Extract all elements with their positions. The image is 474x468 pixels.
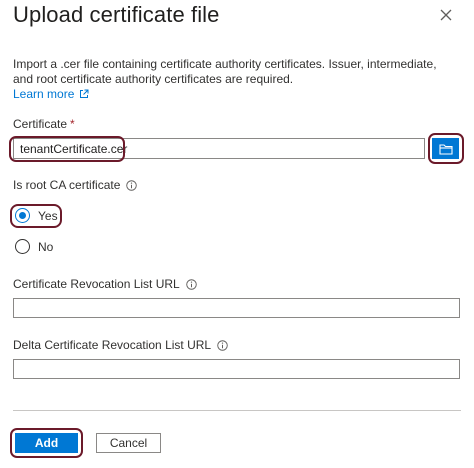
close-icon[interactable] [436,5,456,25]
learn-more-link[interactable]: Learn more [13,87,89,101]
info-icon [217,339,228,351]
certificate-label: Certificate * [13,117,75,131]
external-link-icon [80,89,89,98]
learn-more-label: Learn more [13,87,75,101]
panel-title: Upload certificate file [13,2,220,27]
info-icon [126,179,138,191]
certificate-label-text: Certificate [13,117,68,131]
revocation-url-label: Certificate Revocation List URL [13,277,197,291]
browse-button-highlight [428,133,464,164]
file-name-highlight [9,136,125,162]
panel-description: Import a .cer file containing certificat… [13,57,437,86]
add-button-highlight [10,428,83,458]
root-ca-label-text: Is root CA certificate [13,178,121,192]
revocation-url-label-text: Certificate Revocation List URL [13,277,180,291]
revocation-url-input[interactable] [13,298,460,318]
delta-revocation-url-label-text: Delta Certificate Revocation List URL [13,338,212,352]
radio-no-label: No [38,239,54,254]
delta-revocation-url-input[interactable] [13,359,460,379]
radio-yes-highlight [10,204,62,228]
radio-no[interactable]: No [15,239,53,254]
required-mark: * [70,117,75,131]
delta-revocation-url-label: Delta Certificate Revocation List URL [13,338,228,352]
root-ca-label: Is root CA certificate [13,178,138,192]
info-icon [186,278,197,290]
cancel-button[interactable]: Cancel [96,433,161,453]
radio-no-indicator [15,239,30,254]
footer-divider [13,410,461,411]
